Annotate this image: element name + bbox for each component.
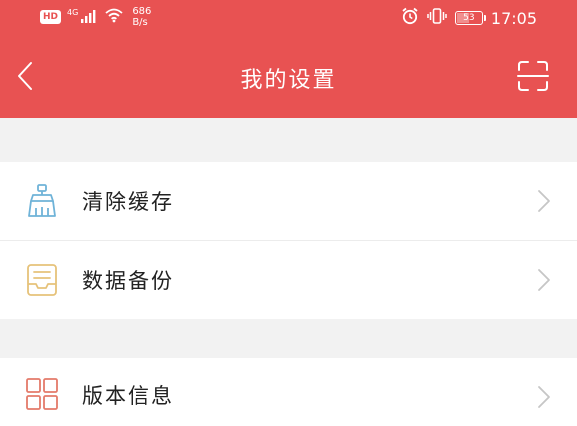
vibrate-icon — [427, 8, 447, 28]
hd-badge: HD — [40, 10, 62, 24]
settings-item-clear-cache[interactable]: 清除缓存 — [0, 162, 577, 240]
speed-unit: B/s — [132, 17, 148, 28]
signal-icon — [80, 9, 98, 26]
chevron-right-icon — [538, 386, 550, 408]
page-title: 我的设置 — [240, 68, 337, 93]
battery-icon: 53 — [454, 11, 486, 25]
settings-item-label: 版本信息 — [82, 384, 174, 408]
status-bar: HD 4G 686 B/s 53 17:05 — [0, 0, 577, 34]
inbox-icon — [27, 264, 57, 296]
app-header: HD 4G 686 B/s 53 17:05 我的设置 — [0, 0, 577, 118]
alarm-icon — [401, 7, 419, 29]
settings-item-label: 数据备份 — [82, 269, 174, 293]
broom-icon — [28, 184, 56, 217]
settings-item-version-info[interactable]: 版本信息 — [0, 358, 577, 426]
scan-button[interactable] — [515, 58, 551, 94]
speed-value: 686 — [132, 6, 152, 17]
chevron-right-icon — [538, 190, 550, 212]
battery-percent: 53 — [463, 13, 475, 23]
scan-icon — [517, 61, 549, 91]
network-type: 4G — [67, 7, 79, 17]
clock: 17:05 — [490, 8, 537, 28]
chevron-right-icon — [538, 269, 550, 291]
settings-item-data-backup[interactable]: 数据备份 — [0, 241, 577, 319]
status-left: HD 4G 686 B/s — [40, 6, 151, 28]
status-right: 53 17:05 — [401, 7, 537, 29]
settings-item-label: 清除缓存 — [82, 190, 174, 214]
wifi-icon — [104, 8, 124, 26]
network-speed: 686 B/s — [132, 6, 151, 28]
grid-icon — [26, 378, 58, 410]
